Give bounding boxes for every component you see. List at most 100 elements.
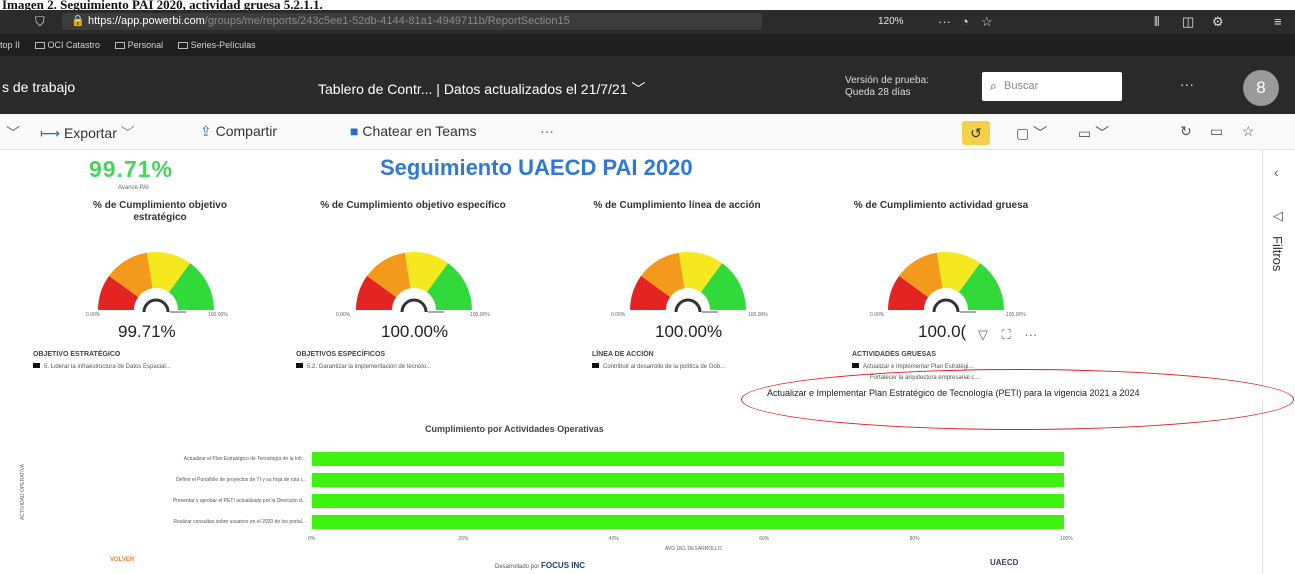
bar-category-label: Actualizar el Plan Estratégico de Tecnol… xyxy=(183,456,306,462)
card-label: ACTIVIDADES GRUESAS xyxy=(852,351,937,358)
x-tick-label: 40% xyxy=(608,536,619,542)
gauge-max: 100.00% xyxy=(748,312,768,318)
folder-icon xyxy=(34,42,45,49)
avatar[interactable]: 8 xyxy=(1243,70,1279,106)
bar-category-label: Definir el Portafolio de proyectos de TI… xyxy=(176,477,306,483)
filters-label[interactable]: Filtros xyxy=(1270,236,1285,271)
export-button[interactable]: ⟼ Exportar ﹀ xyxy=(40,123,135,143)
legend-item: 5. Liderar la infraestructura de Datos E… xyxy=(33,363,171,370)
zoom-level[interactable]: 120% xyxy=(878,14,904,30)
bookmark-personal[interactable]: Personal xyxy=(114,40,163,50)
focus-mode-icon[interactable]: ⛶ xyxy=(1002,327,1011,342)
bar[interactable] xyxy=(312,473,1064,487)
card-label: OBJETIVOS ESPECÍFICOS xyxy=(296,351,386,358)
chevron-down-icon[interactable]: ﹀ xyxy=(631,81,645,97)
share-button[interactable]: ⇪ Compartir xyxy=(200,123,277,140)
bar[interactable] xyxy=(312,515,1064,529)
x-tick-label: 100% xyxy=(1060,536,1073,542)
bar[interactable] xyxy=(312,452,1064,466)
gauge-hub xyxy=(674,298,702,313)
collapse-icon[interactable]: ◁ xyxy=(1273,208,1283,224)
search-input[interactable]: ⌕ Buscar xyxy=(982,72,1122,101)
filter-icon[interactable]: ▽ xyxy=(978,327,988,342)
gauge-title-estrategico: % de Cumplimiento objetivo estratégico xyxy=(93,200,227,223)
url-host: https://app.powerbi.com xyxy=(88,15,205,27)
gauge-min: 0.00% xyxy=(870,312,885,318)
avance-value: 99.71% xyxy=(89,156,174,182)
address-bar[interactable]: 🔒 https://app.powerbi.com/groups/me/repo… xyxy=(62,13,762,30)
sidebar-icon[interactable]: ◫ xyxy=(1182,10,1194,34)
teams-button[interactable]: ■ Chatear en Teams xyxy=(350,123,477,139)
chart-title: Cumplimiento por Actividades Operativas xyxy=(425,424,604,434)
gauge-hub xyxy=(400,298,428,313)
gauge-title-especifico: % de Cumplimiento objetivo específico xyxy=(320,200,506,211)
report-title[interactable]: Tablero de Contr... | Datos actualizados… xyxy=(318,79,645,99)
menu-icon[interactable]: ≡ xyxy=(1274,10,1282,34)
shield-icon[interactable]: ⛉ xyxy=(35,10,45,34)
document-caption: Imagen 2. Seguimiento PAI 2020, activida… xyxy=(0,0,1295,10)
gauge-value: 100.0( xyxy=(918,322,967,341)
gauge-hub xyxy=(142,298,170,313)
x-tick-label: 0% xyxy=(308,536,316,542)
page-actions-icon[interactable]: ··· xyxy=(938,10,951,34)
legend-item: 5.2. Garantizar la implementación de tec… xyxy=(296,363,431,370)
x-axis-title: AVG DEL DESARROLLO xyxy=(665,546,722,552)
browser-toolbar: ⛉ 🔒 https://app.powerbi.com/groups/me/re… xyxy=(0,10,1295,34)
view-icon[interactable]: ▭ ﹀ xyxy=(1078,123,1109,143)
library-icon[interactable]: ⫴ xyxy=(1154,10,1159,34)
gauge-value: 100.00% xyxy=(655,322,723,341)
star-icon[interactable]: ☆ xyxy=(981,10,993,34)
pocket-icon[interactable]: ◔ xyxy=(961,10,969,34)
trial-notice: Versión de prueba: Queda 28 días xyxy=(845,75,929,98)
bar-category-label: Presentar y aprobar el PETI actualizado … xyxy=(172,498,306,504)
x-tick-label: 20% xyxy=(458,536,469,542)
card-label: LÍNEA DE ACCIÓN xyxy=(592,351,654,358)
url-path: /groups/me/reports/243c5ee1-52db-4144-81… xyxy=(204,15,570,27)
gauge-estrategico[interactable] xyxy=(96,244,216,324)
x-tick-label: 80% xyxy=(909,536,920,542)
x-tick-label: 60% xyxy=(759,536,770,542)
gauge-min: 0.00% xyxy=(86,312,101,318)
gauge-especifico[interactable] xyxy=(354,244,474,324)
focus-logo: Desarrollado por FOCUS INC xyxy=(495,561,586,570)
chevron-down-icon[interactable]: ﹀ xyxy=(6,123,20,143)
bookmarks-bar: top II OCI Catastro Personal Series-Pelí… xyxy=(0,34,1295,56)
gauge-min: 0.00% xyxy=(336,312,351,318)
gauge-value: 99.71% xyxy=(118,322,176,341)
teams-icon: ■ xyxy=(350,123,359,139)
gauge-value: 100.00% xyxy=(381,322,449,341)
bookmark-series[interactable]: Series-Películas xyxy=(177,40,256,50)
avance-label: Avance PAI xyxy=(118,185,149,191)
bookmark-oci[interactable]: OCI Catastro xyxy=(34,40,100,50)
gauge-linea[interactable] xyxy=(628,244,748,324)
more-options-icon[interactable]: ··· xyxy=(540,123,554,139)
report-action-bar: ﹀ ⟼ Exportar ﹀ ⇪ Compartir ■ Chatear en … xyxy=(0,114,1295,150)
bar-category-label: Realizar consultas sobre usuarios en el … xyxy=(173,519,306,525)
report-main-title: Seguimiento UAECD PAI 2020 xyxy=(380,155,693,180)
reset-icon[interactable]: ↺ xyxy=(962,121,990,145)
bookmark-icon[interactable]: ▢ ﹀ xyxy=(1016,123,1047,143)
filters-pane[interactable]: ‹ ◁ Filtros xyxy=(1262,150,1295,574)
y-axis-title: ACTIVIDAD OPERATIVA xyxy=(20,464,26,520)
gauge-actividad[interactable] xyxy=(886,244,1006,324)
more-options-icon[interactable]: ··· xyxy=(1180,76,1194,92)
workspace-link[interactable]: s de trabajo xyxy=(2,79,75,95)
search-icon: ⌕ xyxy=(990,79,997,93)
refresh-icon[interactable]: ↻ xyxy=(1180,123,1192,140)
bookmark-prefix[interactable]: top II xyxy=(0,40,20,50)
highlight-ellipse xyxy=(741,369,1294,430)
favorite-icon[interactable]: ☆ xyxy=(1242,123,1255,140)
extension-icon[interactable]: ⚙ xyxy=(1212,10,1224,34)
card-label: OBJETIVO ESTRATÉGICO xyxy=(33,351,121,358)
gauge-max: 100.00% xyxy=(208,312,228,318)
gauge-hub xyxy=(932,298,960,313)
lock-icon: 🔒 xyxy=(71,15,85,27)
share-icon: ⇪ xyxy=(200,123,212,139)
uaecd-logo: UAECD xyxy=(990,558,1019,567)
more-options-icon[interactable]: ··· xyxy=(1024,327,1037,342)
comment-icon[interactable]: ▭ xyxy=(1210,123,1223,140)
legend-item: Contribuir al desarrollo de la política … xyxy=(592,363,725,370)
bar[interactable] xyxy=(312,494,1064,508)
chevron-left-icon[interactable]: ‹ xyxy=(1274,164,1279,180)
volver-button[interactable]: VOLVER xyxy=(110,557,134,563)
